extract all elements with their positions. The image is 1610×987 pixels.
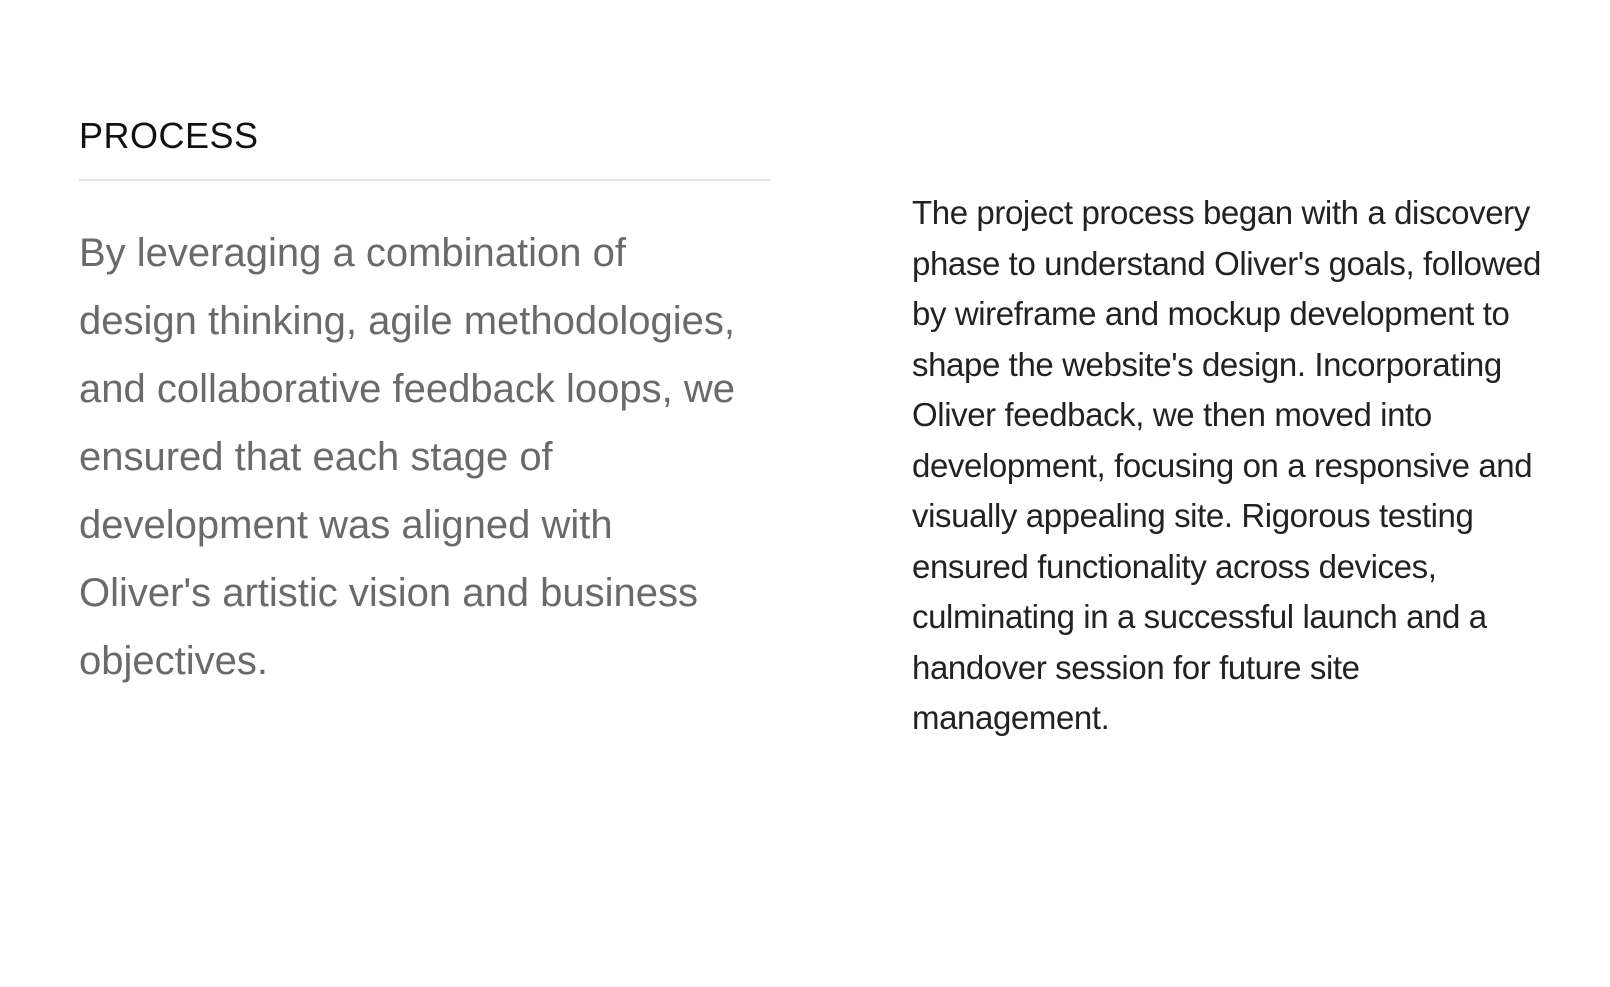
lead-paragraph: By leveraging a combination of design th…: [79, 231, 735, 683]
process-left-column: PROCESS By leveraging a combination of d…: [79, 112, 771, 695]
title-divider: [79, 179, 771, 181]
section-title: PROCESS: [79, 115, 259, 156]
body-paragraph: The project process began with a discove…: [912, 194, 1541, 736]
process-right-column: The project process began with a discove…: [912, 188, 1552, 744]
process-section: PROCESS By leveraging a combination of d…: [0, 0, 1610, 987]
